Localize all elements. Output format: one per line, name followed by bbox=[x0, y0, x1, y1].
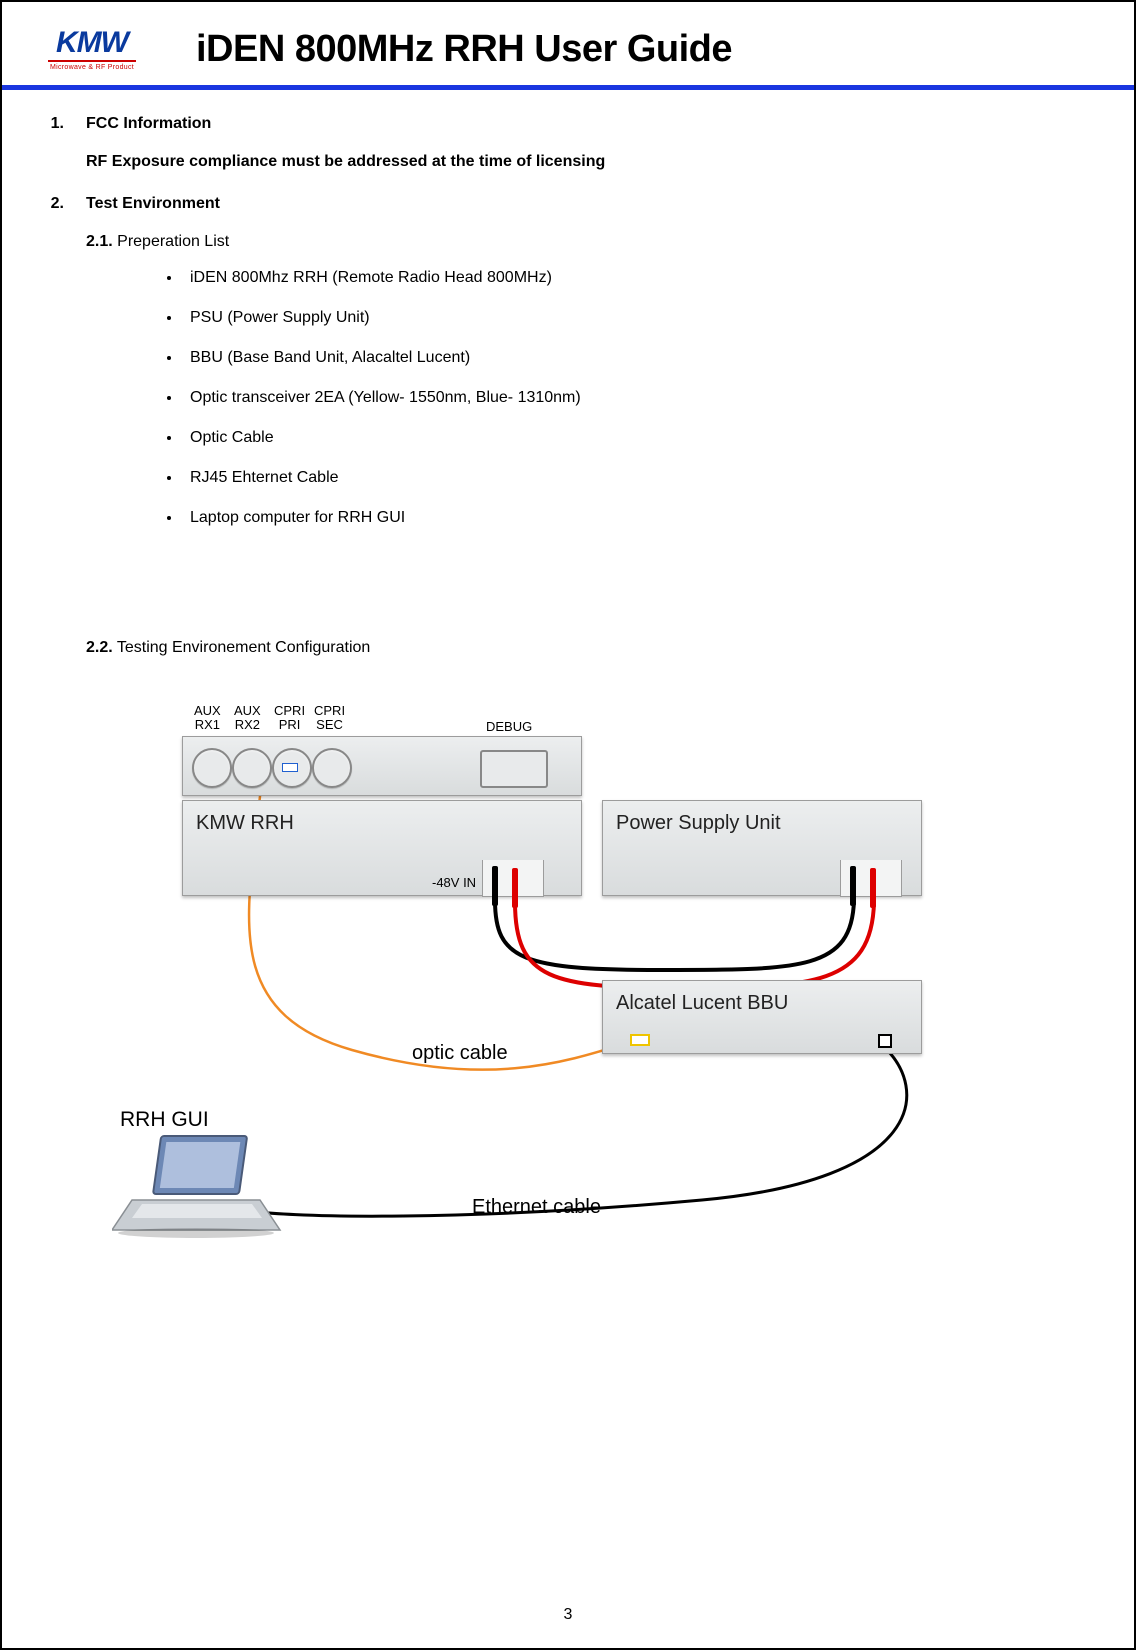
psu-label: Power Supply Unit bbox=[616, 808, 781, 838]
subsection-title: Testing Environement Configuration bbox=[117, 639, 370, 656]
page-number: 3 bbox=[2, 1606, 1134, 1624]
spacer bbox=[42, 546, 1094, 636]
rrh-label: KMW RRH bbox=[196, 808, 294, 838]
aux-rx1-port bbox=[192, 748, 232, 788]
rrh-plug-red bbox=[512, 868, 518, 908]
list-item: PSU (Power Supply Unit) bbox=[182, 306, 1094, 330]
preparation-list: iDEN 800Mhz RRH (Remote Radio Head 800MH… bbox=[182, 266, 1094, 530]
subsection-2-1: 2.1. Preperation List bbox=[86, 230, 1094, 254]
optic-cable-label: optic cable bbox=[412, 1038, 508, 1068]
power-cable-black bbox=[495, 900, 854, 970]
list-item: Optic Cable bbox=[182, 426, 1094, 450]
section-2: 2. Test Environment bbox=[42, 192, 1094, 216]
subsection-title: Preperation List bbox=[117, 233, 229, 250]
page-title: iDEN 800MHz RRH User Guide bbox=[196, 28, 732, 71]
logo-underline bbox=[48, 60, 136, 62]
logo-subtext: Microwave & RF Product bbox=[50, 64, 134, 71]
list-item: BBU (Base Band Unit, Alacaltel Lucent) bbox=[182, 346, 1094, 370]
kmw-logo: KMW Microwave & RF Product bbox=[48, 28, 136, 71]
ethernet-cable bbox=[232, 1045, 907, 1216]
debug-port bbox=[480, 750, 548, 788]
content-body: 1. FCC Information RF Exposure complianc… bbox=[42, 112, 1094, 1260]
subsection-2-2: 2.2. Testing Environement Configuration bbox=[86, 636, 1094, 660]
rrh-plug-black bbox=[492, 866, 498, 906]
list-item: iDEN 800Mhz RRH (Remote Radio Head 800MH… bbox=[182, 266, 1094, 290]
section-title: FCC Information bbox=[86, 112, 211, 136]
section-1: 1. FCC Information bbox=[42, 112, 1094, 136]
port-label-48v: -48V IN bbox=[432, 876, 476, 890]
subsection-number: 2.1. bbox=[86, 233, 113, 250]
port-label-debug: DEBUG bbox=[486, 720, 532, 734]
ethernet-cable-label: Ethernet cable bbox=[472, 1192, 601, 1222]
section-number: 1. bbox=[42, 112, 64, 136]
section-1-body: RF Exposure compliance must be addressed… bbox=[86, 150, 1094, 174]
list-item: Optic transceiver 2EA (Yellow- 1550nm, B… bbox=[182, 386, 1094, 410]
psu-plug-red bbox=[870, 868, 876, 908]
cpri-sec-port bbox=[312, 748, 352, 788]
header-rule bbox=[2, 85, 1134, 90]
port-label-aux-rx2: AUX RX2 bbox=[234, 704, 261, 731]
port-label-aux-rx1: AUX RX1 bbox=[194, 704, 221, 731]
section-title: Test Environment bbox=[86, 192, 220, 216]
port-label-cpri-sec: CPRI SEC bbox=[314, 704, 345, 731]
config-diagram: AUX RX1 AUX RX2 CPRI PRI CPRI SEC DEBUG … bbox=[102, 700, 1002, 1260]
document-page: KMW Microwave & RF Product iDEN 800MHz R… bbox=[0, 0, 1136, 1650]
power-cable-red bbox=[515, 902, 874, 988]
page-header: KMW Microwave & RF Product iDEN 800MHz R… bbox=[42, 22, 1094, 81]
section-number: 2. bbox=[42, 192, 64, 216]
subsection-number: 2.2. bbox=[86, 639, 113, 656]
aux-rx2-port bbox=[232, 748, 272, 788]
cpri-sfp-indicator bbox=[282, 763, 298, 772]
bbu-optic-port bbox=[630, 1034, 650, 1046]
logo-text: KMW bbox=[56, 28, 128, 58]
psu-plug-black bbox=[850, 866, 856, 906]
port-label-cpri-pri: CPRI PRI bbox=[274, 704, 305, 731]
list-item: Laptop computer for RRH GUI bbox=[182, 506, 1094, 530]
list-item: RJ45 Ehternet Cable bbox=[182, 466, 1094, 490]
bbu-ethernet-port bbox=[878, 1034, 892, 1048]
bbu-label: Alcatel Lucent BBU bbox=[616, 988, 788, 1018]
